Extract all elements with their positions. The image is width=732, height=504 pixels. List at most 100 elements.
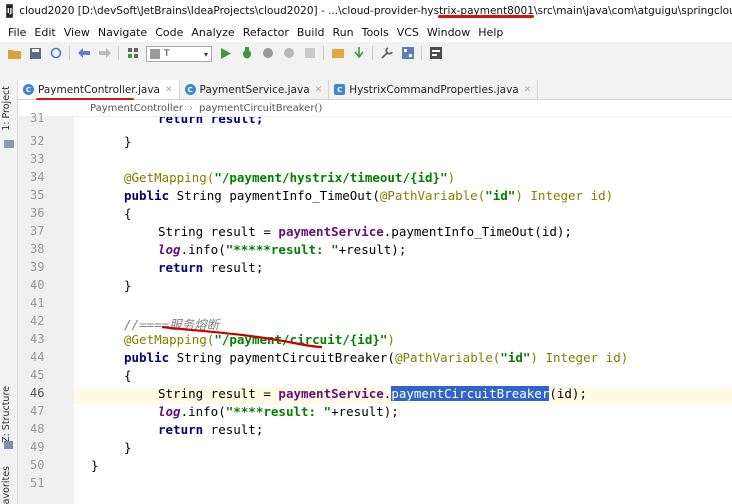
menu-run[interactable]: Run [333,26,354,39]
coverage-icon[interactable] [261,46,275,60]
code-line-48: return result; [158,422,263,437]
code-text: result; [203,422,264,437]
code-line-50: } [91,458,99,473]
selected-method-token[interactable]: paymentCircuitBreaker [391,386,550,401]
project-tool-tab[interactable]: 1: Project [1,86,12,131]
breadcrumb: PaymentController › paymentCircuitBreake… [18,100,732,117]
keyword-token: return [158,260,204,275]
line-number: 45 [30,368,45,382]
string-token: "id" [500,350,531,365]
breadcrumb-separator-icon: › [188,102,193,114]
settings-wrench-icon[interactable] [380,46,394,60]
code-line-46: String result = paymentService.paymentCi… [158,386,587,401]
tab-hystrix-command-properties[interactable]: C HystrixCommandProperties.java ✕ [329,80,539,99]
tab-label: HystrixCommandProperties.java [349,83,519,96]
toolbar-separator [118,46,119,60]
line-number: 37 [30,224,45,238]
code-text: } [91,458,99,473]
close-icon[interactable]: ✕ [524,85,532,95]
breadcrumb-method[interactable]: paymentCircuitBreaker() [199,103,322,114]
menu-file[interactable]: File [8,26,26,39]
code-text: { [124,206,132,221]
line-number: 32 [30,134,45,148]
run-configuration-dropdown[interactable]: T ▾ [146,46,212,62]
vcs-commit-icon[interactable] [352,46,366,60]
code-text: return result; [158,117,264,126]
line-number-gutter: 31 32 33 34 35 36 37 38 39 40 41 42 43 4… [4,111,87,504]
close-icon[interactable]: ✕ [165,85,173,95]
structure-side-icon [4,441,13,449]
static-field-token: log [158,404,181,419]
java-class-icon: C [184,84,196,95]
debug-icon[interactable] [240,46,254,60]
menu-help[interactable]: Help [478,26,503,39]
string-token: "id" [485,188,516,203]
open-folder-icon[interactable] [7,46,21,60]
line-number: 44 [30,350,45,364]
code-text: String result = [158,386,279,401]
line-number: 50 [30,458,45,472]
menu-code[interactable]: Code [155,26,183,39]
code-line-37: String result = paymentService.paymentIn… [158,224,572,239]
line-number: 33 [30,152,45,166]
code-line-49: } [124,440,132,455]
code-text: } [124,278,132,293]
string-token: "****result: " [225,404,332,419]
static-field-token: log [158,242,181,257]
menu-view[interactable]: View [64,26,90,39]
structure-tool-tab[interactable]: Z: Structure [1,386,12,443]
code-line-38: log.info("*****result: "+result); [158,242,406,257]
menu-edit[interactable]: Edit [34,26,55,39]
field-token: paymentService [278,386,384,401]
menu-build[interactable]: Build [297,26,325,39]
menu-window[interactable]: Window [427,26,470,39]
code-text: String result = [158,224,279,239]
menu-navigate[interactable]: Navigate [98,26,147,39]
project-structure-icon[interactable] [401,46,415,60]
line-number: 48 [30,422,45,436]
code-line-31: return result; [158,117,263,126]
menu-bar: File Edit View Navigate Code Analyze Ref… [0,22,732,42]
menu-tools[interactable]: Tools [362,26,389,39]
forward-arrow-icon[interactable] [98,46,112,60]
code-line-35: public String paymentInfo_TimeOut(@PathV… [124,188,613,203]
code-text: } [124,440,132,455]
close-icon[interactable]: ✕ [315,85,323,95]
profile-icon[interactable] [282,46,296,60]
tab-payment-service[interactable]: C PaymentService.java ✕ [180,80,330,99]
annotation-token: ) [447,170,456,185]
toolbar-separator [323,46,324,60]
title-underline-annotation [438,15,534,18]
annotation-token: ) [387,332,395,347]
menu-vcs[interactable]: VCS [397,26,419,39]
run-config-label: T [164,49,170,59]
menu-analyze[interactable]: Analyze [191,26,234,39]
java-class-icon: C [334,84,346,95]
code-line-32: } [124,134,132,149]
code-line-45: { [124,368,132,383]
vcs-update-icon[interactable] [331,46,345,60]
stop-icon[interactable] [303,46,317,60]
sync-icon[interactable] [49,46,63,60]
search-everywhere-icon[interactable] [429,46,443,60]
back-arrow-icon[interactable] [77,46,91,60]
breadcrumb-class[interactable]: PaymentController [90,103,183,114]
code-editor[interactable]: return result; } @GetMapping("/payment/h… [74,117,732,504]
build-project-icon[interactable] [126,46,140,60]
save-icon[interactable] [28,46,42,60]
favorites-tool-tab[interactable]: avorites [1,466,12,504]
menu-refactor[interactable]: Refactor [243,26,289,39]
line-number-current: 46 [30,386,45,400]
code-text: .info( [180,242,226,257]
line-number: 35 [30,188,45,202]
window-title: cloud2020 [D:\devSoft\JetBrains\IdeaProj… [19,5,732,17]
line-number: 38 [30,242,45,256]
code-text: String paymentInfo_TimeOut( [169,188,380,203]
tab-payment-controller[interactable]: C PaymentController.java ✕ [18,80,180,99]
string-token: "/payment/hystrix/timeout/{id}" [214,170,448,185]
code-text: result; [203,260,264,275]
run-icon[interactable] [219,46,233,60]
code-line-36: { [124,206,132,221]
annotation-token: @GetMapping( [124,170,215,185]
annotation-token: @PathVariable( [379,188,486,203]
